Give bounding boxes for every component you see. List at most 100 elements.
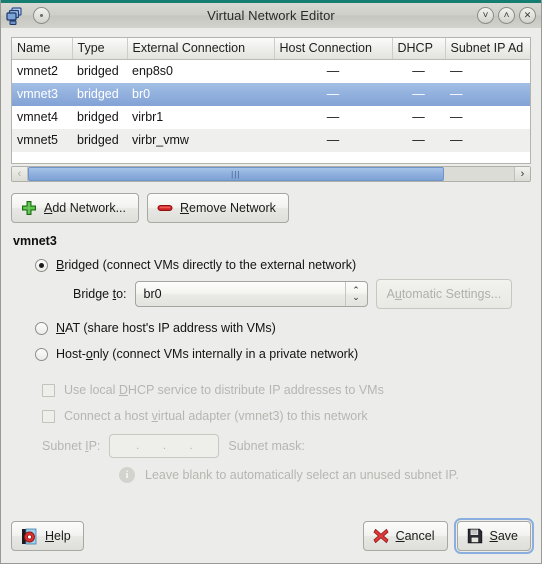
help-accel: H (45, 529, 55, 543)
network-actions: Add Network... Remove Network (11, 193, 531, 223)
footer-actions: Cancel Save (362, 518, 534, 554)
save-button[interactable]: Save (453, 518, 534, 554)
horizontal-scrollbar[interactable]: ‹ ||| › (11, 166, 531, 182)
cell-external: enp8s0 (127, 59, 274, 83)
radio-bridged[interactable]: Bridged (connect VMs directly to the ext… (35, 258, 531, 272)
radio-bridged-indicator (35, 258, 48, 272)
scrollbar-track[interactable]: ||| (28, 167, 514, 181)
radio-host-only-label: Host-only (connect VMs internally in a p… (56, 347, 359, 361)
radio-nat-indicator (35, 321, 48, 335)
remove-network-accel: R (179, 201, 190, 215)
cell-subnet: — (445, 82, 530, 106)
dialog-footer: Help Cancel Save (1, 518, 541, 563)
subnet-ip-input: . . . (109, 434, 220, 458)
header-row: Name Type External Connection Host Conne… (12, 38, 530, 60)
column-header-external[interactable]: External Connection (127, 38, 275, 60)
cell-name: vmnet5 (12, 128, 72, 152)
cell-subnet: — (445, 128, 530, 152)
scroll-left-arrow-icon[interactable]: ‹ (12, 167, 28, 181)
close-button[interactable]: ✕ (519, 7, 536, 24)
bridge-to-select[interactable]: br0 ⌃ ⌄ (134, 281, 368, 307)
bridge-to-label: Bridge to: (73, 287, 127, 301)
column-header-dhcp[interactable]: DHCP (392, 38, 446, 60)
shade-button[interactable] (33, 7, 50, 24)
column-header-subnet[interactable]: Subnet IP Ad (445, 38, 530, 60)
remove-network-button[interactable]: Remove Network (146, 193, 289, 223)
table-row[interactable]: vmnet2 bridged enp8s0 — — — (12, 59, 530, 83)
minus-icon (157, 202, 173, 214)
table-body: vmnet2 bridged enp8s0 — — — vmnet3 bridg… (12, 59, 530, 152)
help-label: Help (45, 529, 71, 543)
chevron-updown-icon: ⌃ ⌄ (344, 282, 367, 306)
chevron-down-icon: ˅ (482, 9, 489, 21)
cell-external: br0 (127, 82, 274, 106)
plus-icon (21, 200, 37, 216)
column-header-type[interactable]: Type (72, 38, 128, 60)
info-icon: i (119, 467, 135, 483)
subnet-row: Subnet IP: . . . Subnet mask: (42, 434, 531, 458)
section-title: vmnet3 (13, 234, 57, 248)
table-row[interactable]: vmnet4 bridged virbr1 — — — (12, 105, 530, 129)
automatic-settings-accel: u (394, 287, 402, 301)
table-row[interactable]: vmnet5 bridged virbr_vmw — — — (12, 128, 530, 152)
cell-dhcp: — (392, 59, 445, 83)
shade-dot-icon (40, 14, 43, 17)
ip-separator-3: . (189, 440, 193, 452)
cell-name: vmnet3 (12, 82, 72, 106)
cell-dhcp: — (392, 128, 445, 152)
cancel-button[interactable]: Cancel (362, 521, 448, 551)
automatic-settings-button: Automatic Settings... (375, 279, 513, 309)
help-book-icon (21, 528, 38, 545)
radio-nat-accel: N (56, 321, 66, 335)
table-row[interactable]: vmnet3 bridged br0 — — — (12, 82, 530, 106)
scroll-right-arrow-icon[interactable]: › (514, 167, 530, 181)
bridge-to-row: Bridge to: br0 ⌃ ⌄ Automatic Settings... (73, 279, 531, 309)
cancel-accel: C (395, 529, 405, 543)
cell-subnet: — (445, 59, 530, 83)
checkbox-dhcp-accel: D (118, 383, 128, 397)
subnet-hint: i Leave blank to automatically select an… (119, 467, 531, 483)
floppy-disk-icon (467, 528, 483, 544)
radio-bridged-label: Bridged (connect VMs directly to the ext… (56, 258, 357, 272)
network-table: Name Type External Connection Host Conne… (12, 38, 530, 152)
window-title: Virtual Network Editor (207, 8, 335, 23)
virtual-network-editor-window: Virtual Network Editor ˅ ˄ ✕ Name Type E… (0, 0, 542, 564)
cell-host: — (274, 105, 392, 129)
add-network-button[interactable]: Add Network... (11, 193, 139, 223)
cell-type: bridged (72, 59, 127, 83)
close-icon: ✕ (523, 10, 532, 20)
network-stack-icon (5, 6, 25, 26)
radio-nat-label: NAT (share host's IP address with VMs) (56, 321, 276, 335)
radio-host-only-accel: o (85, 347, 93, 361)
column-header-name[interactable]: Name (12, 38, 73, 60)
radio-selected-dot-icon (39, 262, 44, 268)
table-header: Name Type External Connection Host Conne… (12, 38, 530, 60)
cell-dhcp: — (392, 82, 445, 106)
cell-type: bridged (72, 105, 127, 129)
window-controls: ˅ ˄ ✕ (473, 7, 536, 24)
checkbox-host-adapter-label: Connect a host virtual adapter (vmnet3) … (64, 409, 368, 423)
cell-host: — (274, 128, 392, 152)
help-button[interactable]: Help (11, 521, 84, 551)
automatic-settings-label: Automatic Settings... (386, 287, 502, 301)
scrollbar-thumb[interactable]: ||| (28, 167, 444, 181)
radio-host-only[interactable]: Host-only (connect VMs internally in a p… (35, 347, 531, 361)
column-header-host[interactable]: Host Connection (274, 38, 393, 60)
subnet-mask-label: Subnet mask: (228, 439, 305, 453)
add-network-label: Add Network... (44, 201, 126, 215)
radio-nat[interactable]: NAT (share host's IP address with VMs) (35, 321, 531, 335)
save-label: Save (489, 529, 519, 543)
minimize-button[interactable]: ˅ (477, 7, 494, 24)
network-list[interactable]: Name Type External Connection Host Conne… (11, 37, 531, 164)
checkbox-dhcp-indicator (42, 383, 55, 397)
checkbox-dhcp: Use local DHCP service to distribute IP … (42, 383, 531, 397)
cell-host: — (274, 82, 392, 106)
cell-name: vmnet4 (12, 105, 72, 129)
maximize-button[interactable]: ˄ (498, 7, 515, 24)
cell-name: vmnet2 (12, 59, 72, 83)
subnet-ip-label: Subnet IP: (42, 439, 101, 453)
checkbox-host-adapter: Connect a host virtual adapter (vmnet3) … (42, 409, 531, 423)
subnet-hint-text: Leave blank to automatically select an u… (145, 468, 459, 482)
cell-subnet: — (445, 105, 530, 129)
bridge-to-value: br0 (143, 287, 162, 301)
